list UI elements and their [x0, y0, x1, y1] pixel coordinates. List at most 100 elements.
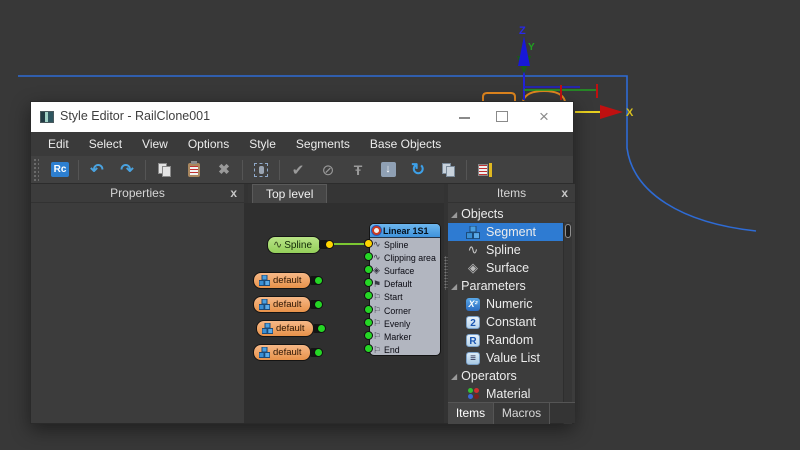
properties-close-icon[interactable]: x [230, 184, 237, 202]
input-row-spline[interactable]: ∿Spline [370, 238, 440, 251]
segment-cubes-icon [259, 347, 270, 358]
generator-header[interactable]: Linear 1S1 [370, 224, 440, 238]
apply-check-icon[interactable]: ✔ [289, 160, 308, 179]
menu-options[interactable]: Options [178, 132, 239, 156]
logo-letter-r-top [483, 93, 515, 101]
segment-node-1[interactable]: default [253, 272, 311, 289]
railclone-logo-icon[interactable]: Rc [51, 160, 70, 179]
disable-icon[interactable]: ⊘ [319, 160, 338, 179]
canvas-tabstrip: Top level [248, 184, 444, 203]
axis-x-arrow[interactable] [600, 105, 623, 119]
segment-3-port[interactable] [317, 324, 326, 333]
expand-triangle-icon[interactable]: ◢ [451, 210, 457, 219]
menu-edit[interactable]: Edit [38, 132, 79, 156]
spline-node-label: Spline [284, 240, 312, 251]
gen-port-marker[interactable] [364, 331, 373, 340]
select-marquee-icon[interactable] [252, 160, 271, 179]
menubar: Edit Select View Options Style Segments … [31, 132, 573, 156]
segment-cubes-icon [259, 275, 270, 286]
editor-main: Properties x ◂ ◂ Top level [31, 184, 573, 423]
items-scrollbar[interactable] [563, 222, 572, 424]
gen-port-clipping[interactable] [364, 252, 373, 261]
redo-icon[interactable]: ↷ [118, 160, 137, 179]
tree-item-random[interactable]: RRandom [448, 331, 563, 349]
tab-items[interactable]: Items [448, 403, 494, 424]
items-panel-tabs: Items Macros [448, 402, 575, 423]
input-row-surface[interactable]: ◈Surface [370, 264, 440, 277]
pin-top-icon[interactable]: Ŧ [349, 160, 368, 179]
segment-icon [465, 225, 481, 239]
input-row-start[interactable]: ⚐Start [370, 291, 440, 304]
items-header[interactable]: Items x [448, 184, 575, 203]
numeric-icon: X² [466, 298, 480, 311]
segment-node-2[interactable]: default [253, 296, 311, 313]
spline-node[interactable]: ∿ Spline [267, 236, 321, 254]
drop-box-icon[interactable]: ↓ [379, 160, 398, 179]
export-icon[interactable] [439, 160, 458, 179]
expand-triangle-icon[interactable]: ◢ [451, 282, 457, 291]
scrollbar-thumb[interactable] [565, 224, 571, 238]
refresh-icon[interactable]: ↻ [409, 160, 428, 179]
toolbar-grip[interactable] [33, 158, 39, 182]
input-row-corner[interactable]: ⚐Corner [370, 304, 440, 317]
tree-item-value-list[interactable]: ≡Value List [448, 349, 563, 367]
maximize-button[interactable] [487, 102, 517, 132]
menu-select[interactable]: Select [79, 132, 132, 156]
app-icon [40, 111, 54, 123]
logo-letter-c-top [523, 91, 565, 101]
tab-top-level[interactable]: Top level [252, 184, 327, 203]
undo-icon[interactable]: ↶ [88, 160, 107, 179]
notes-icon[interactable] [476, 160, 495, 179]
menu-view[interactable]: View [132, 132, 178, 156]
gen-port-spline[interactable] [364, 239, 373, 248]
segment-cubes-icon [262, 323, 273, 334]
menu-base-objects[interactable]: Base Objects [360, 132, 451, 156]
expand-triangle-icon[interactable]: ◢ [451, 372, 457, 381]
segment-4-port[interactable] [314, 348, 323, 357]
input-row-marker[interactable]: ⚐Marker [370, 330, 440, 343]
tree-item-numeric[interactable]: X²Numeric [448, 295, 563, 313]
gen-port-default[interactable] [364, 278, 373, 287]
tree-category-objects[interactable]: ◢Objects [448, 205, 563, 223]
input-row-clipping-area[interactable]: ∿Clipping area [370, 251, 440, 264]
input-row-evenly[interactable]: ⚐Evenly [370, 317, 440, 330]
generator-node[interactable]: Linear 1S1 ∿Spline ∿Clipping area ◈Surfa… [369, 223, 441, 356]
segment-1-port[interactable] [314, 276, 323, 285]
tree-category-parameters[interactable]: ◢Parameters [448, 277, 563, 295]
tree-category-operators[interactable]: ◢Operators [448, 367, 563, 385]
segment-2-port[interactable] [314, 300, 323, 309]
menu-segments[interactable]: Segments [286, 132, 360, 156]
properties-title: Properties [31, 184, 244, 203]
tree-item-constant[interactable]: 2Constant [448, 313, 563, 331]
gen-port-surface[interactable] [364, 265, 373, 274]
tree-item-surface[interactable]: ◈Surface [448, 259, 563, 277]
properties-header[interactable]: Properties x [31, 184, 244, 203]
paste-icon[interactable] [185, 160, 204, 179]
gen-port-end[interactable] [364, 344, 373, 353]
minimize-button[interactable] [449, 102, 479, 132]
items-close-icon[interactable]: x [561, 184, 568, 202]
tab-macros[interactable]: Macros [494, 403, 550, 424]
axis-x-label: X [626, 107, 634, 119]
input-row-default[interactable]: ⚑Default [370, 278, 440, 291]
tree-item-spline[interactable]: ∿Spline [448, 241, 563, 259]
segment-node-4[interactable]: default [253, 344, 311, 361]
gen-port-corner[interactable] [364, 305, 373, 314]
material-icon [467, 388, 480, 400]
segment-node-3[interactable]: default [256, 320, 314, 337]
screen: Y Z X Style Editor - RailClone001 × Edit… [0, 0, 800, 450]
spline-output-port[interactable] [325, 240, 334, 249]
titlebar[interactable]: Style Editor - RailClone001 × [31, 102, 573, 132]
node-canvas[interactable]: ∿ Spline Linear 1S1 ∿Spline ∿Clipping ar… [244, 203, 444, 423]
menu-style[interactable]: Style [239, 132, 286, 156]
input-row-end[interactable]: ⚐End [370, 344, 440, 357]
gen-port-evenly[interactable] [364, 318, 373, 327]
window-title: Style Editor - RailClone001 [60, 109, 210, 123]
delete-icon[interactable]: ✖ [215, 160, 234, 179]
value-list-icon: ≡ [466, 352, 480, 365]
gen-port-start[interactable] [364, 291, 373, 300]
tree-item-segment[interactable]: Segment [448, 223, 563, 241]
copy-icon[interactable] [155, 160, 174, 179]
tree-item-material[interactable]: Material [448, 385, 563, 403]
close-button[interactable]: × [529, 102, 559, 132]
